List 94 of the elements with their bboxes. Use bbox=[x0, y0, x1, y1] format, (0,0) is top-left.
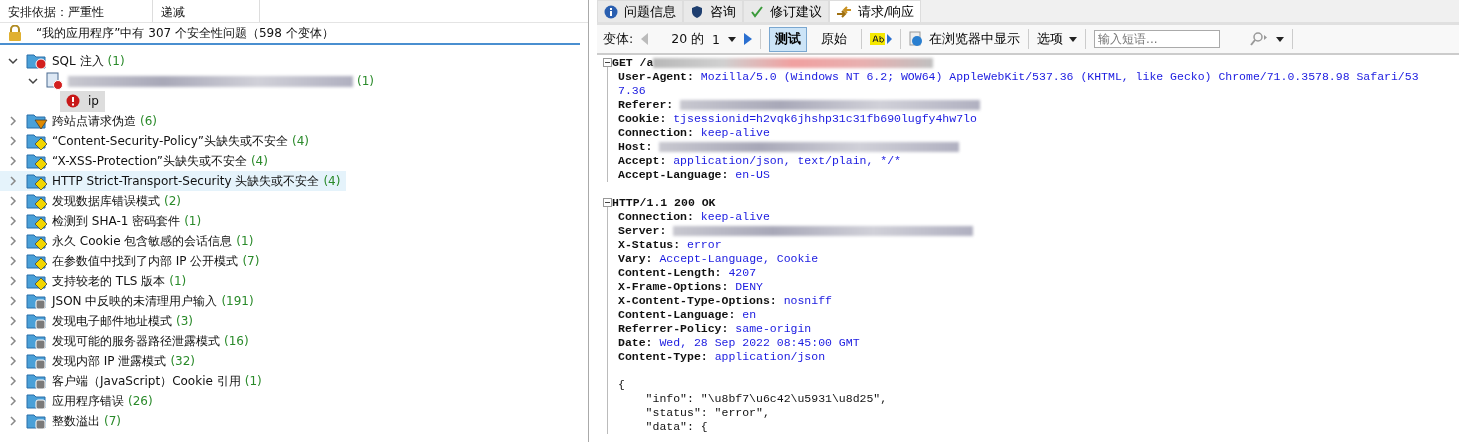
header-line: Date: Wed, 28 Sep 2022 08:45:00 GMT bbox=[618, 336, 860, 350]
json-line: "info": "\u8bf7\u6c42\u5931\u8d25", bbox=[644, 392, 888, 406]
header-line: Connection: keep-alive bbox=[618, 126, 770, 140]
header-line: Content-Length: 4207 bbox=[618, 266, 757, 280]
issue-count: (1) bbox=[107, 54, 125, 68]
header-line: X-Status: error bbox=[618, 238, 722, 252]
issue-label[interactable]: 应用程序错误 bbox=[52, 392, 124, 410]
collapse-icon[interactable] bbox=[603, 58, 612, 67]
error-icon bbox=[66, 94, 80, 108]
issue-label[interactable]: 发现电子邮件地址模式 bbox=[52, 312, 172, 330]
issue-count: (1) bbox=[184, 214, 202, 228]
issue-count: (1) bbox=[169, 274, 187, 288]
issue-label[interactable]: HTTP Strict-Transport-Security 头缺失或不安全 bbox=[52, 172, 320, 190]
tab[interactable]: 咨询 bbox=[683, 0, 743, 22]
header-line: X-Frame-Options: DENY bbox=[618, 280, 763, 294]
issue-count: (4) bbox=[250, 154, 268, 168]
header-line: Content-Type: application/json bbox=[618, 350, 826, 364]
exchange-arrows-icon bbox=[836, 4, 852, 19]
json-line: { bbox=[618, 378, 625, 392]
issue-label[interactable]: 在参数值中找到了内部 IP 公开模式 bbox=[52, 252, 239, 270]
sort-order-label[interactable]: 递减 bbox=[153, 0, 260, 22]
parameter-item[interactable]: ip bbox=[60, 90, 105, 112]
header-line: Content-Language: en bbox=[618, 308, 757, 322]
json-line: "data": { bbox=[644, 420, 708, 434]
page-error-icon bbox=[46, 72, 64, 90]
expand-chevron-icon[interactable] bbox=[8, 56, 18, 66]
options-button[interactable]: 选项 bbox=[1037, 30, 1078, 48]
issue-label[interactable]: 整数溢出 bbox=[52, 412, 100, 430]
issue-label[interactable]: “Content-Security-Policy”头缺失或不安全 bbox=[52, 132, 288, 150]
variant-index[interactable]: 1 bbox=[712, 31, 721, 47]
issue-label[interactable]: 检测到 SHA-1 密码套件 bbox=[52, 212, 181, 230]
header-line: Referer: bbox=[618, 98, 675, 112]
issue-label[interactable]: 支持较老的 TLS 版本 bbox=[52, 272, 166, 290]
mode-button[interactable]: 测试 bbox=[769, 26, 808, 52]
json-line: "status": "error", bbox=[644, 406, 770, 420]
collapse-icon[interactable] bbox=[603, 198, 612, 207]
issue-count: (7) bbox=[242, 254, 260, 268]
issue-label[interactable]: 发现数据库错误模式 bbox=[52, 192, 160, 210]
header-line: User-Agent: Mozilla/5.0 (Windows NT 6.2; WOW64) AppleWebKit/537.36 (KHTML, like Gecko) Chrome/71.0.3578.98 Safari/537.36 bbox=[618, 70, 1420, 98]
issue-count: (2) bbox=[164, 194, 181, 208]
lock-icon bbox=[8, 25, 22, 41]
issue-count: (3) bbox=[176, 314, 193, 328]
header-line: Host: bbox=[618, 140, 654, 154]
search-icon[interactable] bbox=[1250, 32, 1269, 46]
next-icon[interactable] bbox=[744, 33, 753, 45]
tab[interactable]: 修订建议 bbox=[743, 0, 829, 22]
previous-icon[interactable] bbox=[641, 33, 650, 45]
dropdown-caret-icon bbox=[1069, 36, 1078, 42]
header-line: Vary: Accept-Language, Cookie bbox=[618, 252, 819, 266]
show-in-browser-button[interactable]: 在浏览器中显示 bbox=[909, 30, 1021, 48]
issue-count: (16) bbox=[224, 334, 249, 348]
globe-icon bbox=[909, 31, 924, 47]
mode-button[interactable]: 原始 bbox=[815, 26, 854, 52]
issue-label[interactable]: 发现可能的服务器路径泄露模式 bbox=[52, 332, 220, 350]
issue-label[interactable]: 永久 Cookie 包含敏感的会话信息 bbox=[52, 232, 233, 250]
header-line: X-Content-Type-Options: nosniff bbox=[618, 294, 832, 308]
issue-count: (26) bbox=[128, 394, 153, 408]
issue-count: (4) bbox=[323, 174, 341, 188]
issue-label[interactable]: 跨站点请求伪造 bbox=[52, 112, 136, 130]
issue-count: (191) bbox=[221, 294, 254, 308]
request-line: GET /a bbox=[612, 56, 654, 70]
header-line: Referrer-Policy: same-origin bbox=[618, 322, 812, 336]
issue-label[interactable]: “X-XSS-Protection”头缺失或不安全 bbox=[52, 152, 247, 170]
header-line: Connection: keep-alive bbox=[618, 210, 770, 224]
issue-count: (1) bbox=[244, 374, 262, 388]
issue-label[interactable]: JSON 中反映的未清理用户输入 bbox=[52, 292, 218, 310]
issue-count: (4) bbox=[292, 134, 309, 148]
issue-label[interactable]: SQL 注入 bbox=[52, 52, 104, 70]
issue-count: (1) bbox=[357, 74, 374, 88]
issue-count: (32) bbox=[170, 354, 196, 368]
issue-count: (6) bbox=[140, 114, 157, 128]
header-line: Server: bbox=[618, 224, 668, 238]
header-line: Accept: application/json, text/plain, */* bbox=[618, 154, 901, 168]
check-icon bbox=[750, 4, 764, 19]
highlight-next-icon[interactable] bbox=[870, 32, 893, 46]
tab[interactable]: 问题信息 bbox=[597, 0, 683, 22]
issue-count: (1) bbox=[236, 234, 254, 248]
status-line: HTTP/1.1 200 OK bbox=[612, 196, 716, 210]
dropdown-caret-icon[interactable] bbox=[1276, 36, 1285, 42]
issue-label[interactable]: 客户端（JavaScript）Cookie 引用 bbox=[52, 372, 241, 390]
dropdown-caret-icon[interactable] bbox=[728, 36, 737, 42]
header-line: Accept-Language: en-US bbox=[618, 168, 770, 182]
info-icon bbox=[604, 4, 618, 19]
issue-label[interactable]: 发现内部 IP 泄露模式 bbox=[52, 352, 167, 370]
variant-total: 20 的 bbox=[671, 30, 705, 48]
expand-chevron-icon[interactable] bbox=[28, 76, 38, 86]
summary-text: “我的应用程序”中有 307 个安全性问题（598 个变体） bbox=[36, 24, 334, 42]
sort-by-label[interactable]: 安排依据：严重性 bbox=[0, 0, 153, 22]
variant-label: 变体: bbox=[603, 30, 634, 48]
header-line: Cookie: tjsessionid=h2vqk6jhshp31c31fb690lugfy4hw7lo bbox=[618, 112, 977, 126]
search-field[interactable]: 输入短语... bbox=[1094, 30, 1221, 48]
tab[interactable]: 请求/响应 bbox=[829, 0, 922, 22]
issue-count: (7) bbox=[104, 414, 121, 428]
shield-icon bbox=[690, 4, 704, 19]
